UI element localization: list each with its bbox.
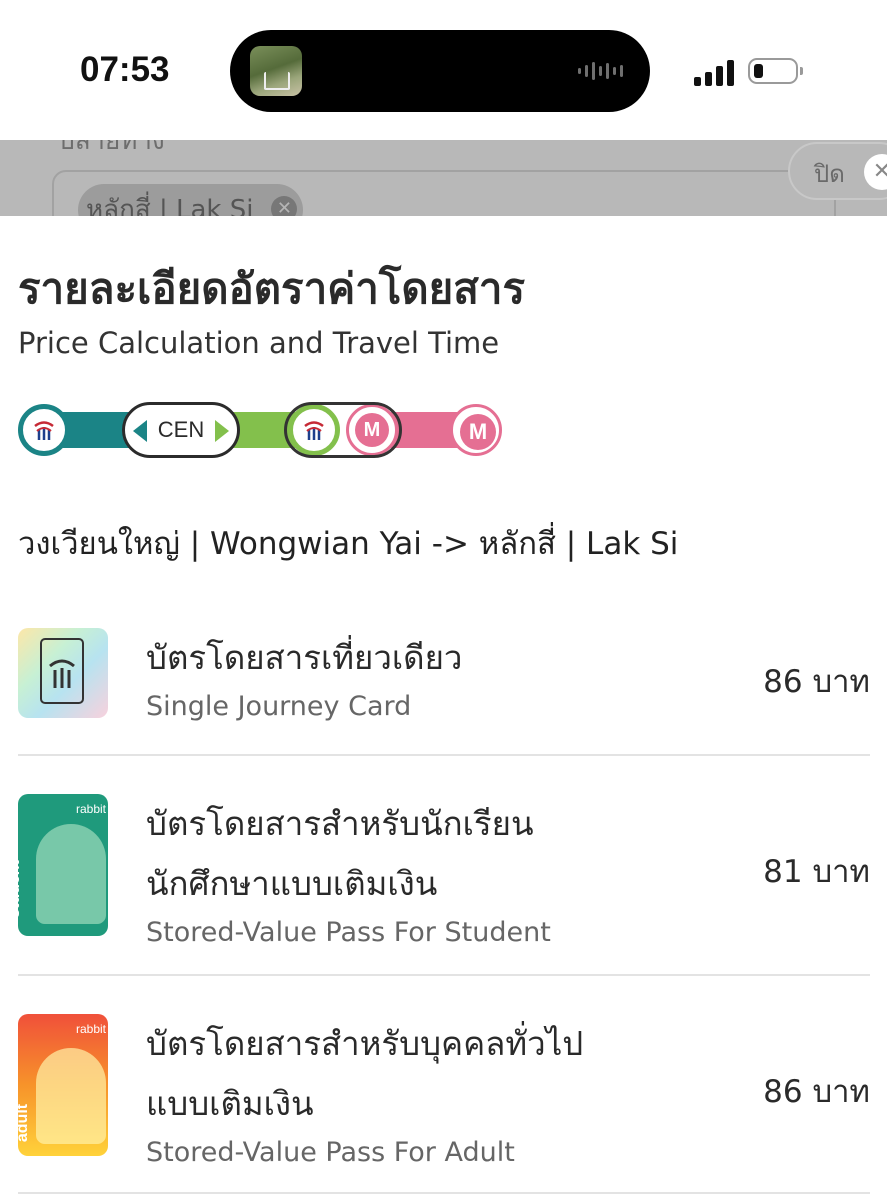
background-heading-fragment: ปลายทาง — [58, 140, 165, 156]
bts-station-icon — [18, 404, 70, 456]
cellular-signal-icon — [694, 58, 736, 86]
mrt-logo-icon: M — [460, 414, 496, 450]
fare-name-th-line1: บัตรโดยสารสำหรับบุคคลทั่วไป — [146, 1024, 584, 1063]
sukhumvit-direction-arrow-icon — [215, 420, 229, 442]
fare-name-th-line2: นักศึกษาแบบเติมเงิน — [146, 864, 438, 903]
now-playing-thumbnail[interactable] — [250, 46, 302, 96]
chip-remove-icon: ✕ — [271, 196, 298, 216]
fare-price: 86 บาท — [763, 664, 870, 700]
card-brand-label: rabbit — [76, 802, 107, 816]
route-origin-destination: วงเวียนใหญ่ | Wongwian Yai -> หลักสี่ | … — [18, 526, 679, 562]
row-divider — [18, 754, 870, 756]
fare-row-adult[interactable]: rabbit adult บัตรโดยสารสำหรับบุคคลทั่วไป… — [18, 1014, 870, 1168]
fare-row-text: บัตรโดยสารสำหรับบุคคลทั่วไป แบบเติมเงิน … — [146, 1014, 583, 1172]
fare-name-en: Stored-Value Pass For Adult — [146, 1137, 515, 1168]
audio-waveform-icon — [578, 60, 630, 82]
card-type-label: student — [18, 860, 23, 918]
card-brand-label: rabbit — [76, 1022, 107, 1036]
rabbit-adult-card-icon: rabbit adult — [18, 1014, 108, 1156]
fare-row-single-journey[interactable]: บัตรโดยสารเที่ยวเดียว Single Journey Car… — [18, 628, 870, 728]
row-divider — [18, 974, 870, 976]
sheet-subtitle: Price Calculation and Travel Time — [18, 326, 500, 360]
close-button-label: ปิด — [814, 160, 845, 188]
fare-price: 81 บาท — [763, 854, 870, 890]
single-journey-card-icon — [18, 628, 108, 718]
interchange-outline — [284, 402, 402, 458]
fare-name-en: Stored-Value Pass For Student — [146, 917, 551, 948]
fare-price: 86 บาท — [763, 1074, 870, 1110]
interchange-badge-cen: CEN — [122, 402, 240, 458]
sheet-title: รายละเอียดอัตราค่าโดยสาร — [18, 264, 526, 313]
rabbit-student-card-icon: rabbit student — [18, 794, 108, 936]
dynamic-island[interactable] — [230, 30, 650, 112]
destination-chip: หลักสี่ | Lak Si ✕ — [78, 184, 304, 216]
close-button[interactable]: ปิด ✕ — [788, 142, 887, 200]
fare-name-th: บัตรโดยสารเที่ยวเดียว — [146, 638, 463, 677]
route-line-diagram: CEN M M — [18, 402, 508, 458]
fare-row-student[interactable]: rabbit student บัตรโดยสารสำหรับนักเรียน … — [18, 794, 870, 948]
destination-chip-label: หลักสี่ | Lak Si — [86, 195, 254, 216]
battery-icon — [748, 58, 803, 84]
status-bar: 07:53 — [0, 0, 887, 140]
fare-name-th-line1: บัตรโดยสารสำหรับนักเรียน — [146, 804, 534, 843]
card-type-label: adult — [18, 1103, 32, 1143]
fare-name-en: Single Journey Card — [146, 691, 412, 722]
status-time: 07:53 — [80, 50, 170, 89]
fare-row-text: บัตรโดยสารสำหรับนักเรียน นักศึกษาแบบเติม… — [146, 794, 551, 952]
close-icon[interactable]: ✕ — [864, 154, 887, 190]
mrt-station-icon: M — [450, 404, 502, 456]
row-divider — [18, 1192, 870, 1194]
fare-row-text: บัตรโดยสารเที่ยวเดียว Single Journey Car… — [146, 628, 462, 726]
fare-name-th-line2: แบบเติมเงิน — [146, 1084, 314, 1123]
fare-details-sheet: รายละเอียดอัตราค่าโดยสาร Price Calculati… — [0, 216, 887, 1200]
background-page: ปลายทาง หลักสี่ | Lak Si ✕ — [0, 140, 887, 216]
